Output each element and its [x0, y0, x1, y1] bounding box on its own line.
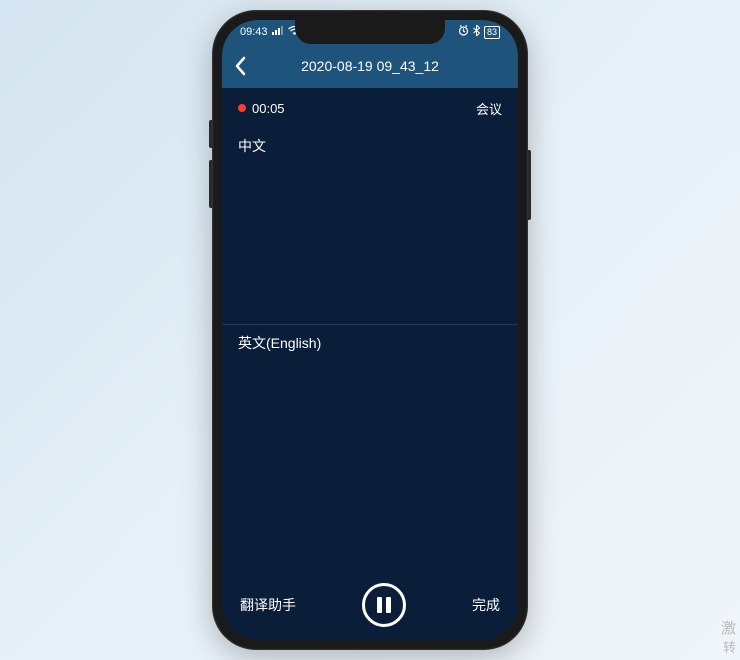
- translate-assistant-button[interactable]: 翻译助手: [240, 595, 296, 615]
- phone-side-button: [528, 150, 531, 220]
- phone-frame: 09:43 83 2020-0: [212, 10, 528, 650]
- footer-bar: 翻译助手 完成: [222, 580, 518, 640]
- pause-button[interactable]: [362, 583, 406, 627]
- source-pane[interactable]: 中文: [222, 128, 518, 324]
- target-lang-label: 英文(English): [238, 335, 321, 351]
- pause-icon: [386, 597, 391, 613]
- source-lang-label: 中文: [238, 138, 266, 154]
- signal-icon: [272, 26, 284, 38]
- notch: [295, 20, 445, 44]
- page-title: 2020-08-19 09_43_12: [301, 58, 439, 74]
- nav-bar: 2020-08-19 09_43_12: [222, 44, 518, 88]
- back-button[interactable]: [234, 56, 246, 76]
- bluetooth-icon: [473, 25, 480, 39]
- screen: 09:43 83 2020-0: [222, 20, 518, 640]
- status-time: 09:43: [240, 26, 268, 38]
- target-pane[interactable]: 英文(English): [222, 325, 518, 580]
- battery-icon: 83: [484, 26, 500, 39]
- alarm-icon: [458, 25, 469, 39]
- pause-icon: [377, 597, 382, 613]
- watermark-text: 激: [721, 617, 736, 638]
- watermark-text-2: 转: [723, 637, 736, 656]
- recording-row: 00:05 会议: [222, 88, 518, 128]
- elapsed-time: 00:05: [252, 101, 285, 116]
- done-button[interactable]: 完成: [472, 595, 500, 615]
- mode-selector[interactable]: 会议: [476, 99, 502, 118]
- record-indicator-icon: [238, 104, 246, 112]
